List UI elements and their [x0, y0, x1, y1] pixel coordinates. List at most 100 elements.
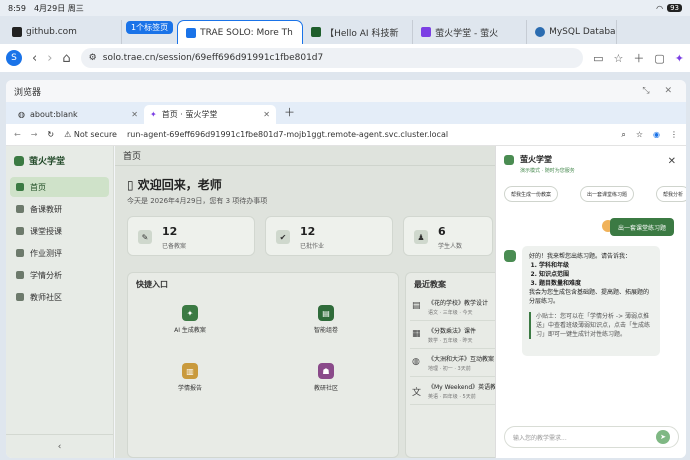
- stat-card-students[interactable]: ♟ 6 学生人数: [403, 216, 493, 256]
- translate-icon: 文: [412, 388, 422, 398]
- list-item[interactable]: 文《My Weekend》英语教案 英语 · 四年级 · 5天前: [410, 379, 502, 405]
- wifi-icon: ◠: [656, 3, 664, 13]
- tab-count-icon[interactable]: ▢: [654, 52, 664, 65]
- graduation-cap-icon: [16, 227, 24, 235]
- sidebar-item-label: 学情分析: [30, 270, 62, 280]
- welcome-text: 欢迎回来，老师: [137, 178, 222, 192]
- profile-icon[interactable]: ◉: [653, 130, 660, 139]
- stat-card-homework[interactable]: ✔ 12 已批作业: [265, 216, 393, 256]
- tab-mysql[interactable]: MySQL Databas: [527, 20, 618, 44]
- reload-icon[interactable]: ↻: [47, 130, 54, 139]
- copilot-icon[interactable]: ✦: [675, 52, 684, 65]
- add-tab-icon[interactable]: ＋: [633, 50, 644, 66]
- report-icon: ▥: [182, 363, 198, 379]
- list-item[interactable]: ◍ 《大洲和大洋》互动教案 地理 · 初一 · 3天前: [410, 351, 500, 377]
- quick-community[interactable]: ☗ 教研社区: [286, 363, 366, 392]
- sidebar-item-label: 首页: [30, 182, 46, 192]
- battery-level: 93: [667, 4, 682, 12]
- quick-access-panel: 快捷入口 ✦ AI 生成教案 ▤ 智能组卷 ▥ 学情报告 ☗ 教研社区: [127, 272, 399, 458]
- tab-github[interactable]: github.com: [4, 20, 122, 44]
- tab-label: github.com: [26, 27, 77, 37]
- chat-title: 萤火学堂: [520, 155, 552, 164]
- quick-ai-lesson[interactable]: ✦ AI 生成教案: [150, 305, 230, 334]
- home-icon: [16, 183, 24, 191]
- stat-card-lessons[interactable]: ✎ 12 已备教案: [127, 216, 255, 256]
- quick-report[interactable]: ▥ 学情报告: [150, 363, 230, 392]
- close-icon[interactable]: ✕: [668, 156, 676, 167]
- trae-icon: [186, 27, 197, 38]
- list-item: 题目数量和难度: [539, 279, 653, 288]
- sidebar-item-analytics[interactable]: 学情分析: [10, 265, 109, 285]
- users-icon: ♟: [414, 230, 428, 244]
- suggestion-chip[interactable]: 帮我生成一份教案: [504, 186, 559, 202]
- status-bar: 8:59 4月29日 周三 ◠ 93: [0, 0, 690, 16]
- tab-home-yinghuo[interactable]: ✦ 首页 · 萤火学堂 ✕: [144, 105, 276, 124]
- suggestion-chip[interactable]: 帮我分析: [656, 186, 686, 202]
- menu-icon[interactable]: ⋮: [670, 130, 678, 139]
- install-icon[interactable]: ▭: [593, 52, 603, 65]
- stat-value: 12: [300, 225, 316, 238]
- address-bar[interactable]: ⚙ solo.trae.cn/session/69eff696d91991c1f…: [80, 48, 584, 68]
- url-text[interactable]: run-agent-69eff696d91991c1fbe801d7-mojb1…: [127, 130, 448, 139]
- stat-value: 6: [438, 225, 446, 238]
- sidebar-item-teaching[interactable]: 课堂授课: [10, 221, 109, 241]
- back-icon[interactable]: ←: [14, 130, 21, 139]
- forward-icon[interactable]: ›: [47, 51, 52, 66]
- zoom-icon[interactable]: ⌕: [621, 130, 625, 140]
- tab-label: MySQL Databas: [549, 27, 618, 37]
- profile-avatar[interactable]: S: [6, 50, 22, 66]
- close-tab-icon[interactable]: ✕: [263, 110, 270, 119]
- chat-header: 萤火学堂 演示模式 · 随时为您服务: [504, 154, 575, 174]
- check-icon: ✔: [276, 230, 290, 244]
- sidebar-item-home[interactable]: 首页: [10, 177, 109, 197]
- brand-name: 萤火学堂: [29, 157, 66, 167]
- sidebar-item-homework[interactable]: 作业测评: [10, 243, 109, 263]
- terminal-icon: [311, 27, 322, 37]
- bookmark-star-icon[interactable]: ☆: [636, 130, 643, 139]
- quick-smart-paper[interactable]: ▤ 智能组卷: [286, 305, 366, 334]
- globe-icon: ◍: [18, 110, 25, 119]
- page-header: 首页: [115, 146, 495, 166]
- send-icon[interactable]: ➤: [656, 430, 670, 444]
- list-item[interactable]: ▤ 《花的学校》教学设计 语文 · 三年级 · 今天: [410, 295, 500, 321]
- window-controls[interactable]: ⤡ ✕: [642, 86, 678, 96]
- item-meta: 地理 · 初一 · 3天前: [428, 366, 471, 372]
- assistant-message: 好的！我来帮您出练习题。请告诉我： 学科和年级 知识点范围 题目数量和难度 我会…: [522, 246, 660, 356]
- suggestion-chip[interactable]: 出一套课堂练习题: [580, 186, 635, 202]
- new-tab-icon[interactable]: ＋: [276, 104, 303, 124]
- sidebar-item-community[interactable]: 教师社区: [10, 287, 109, 307]
- stat-label: 学生人数: [438, 243, 463, 250]
- item-meta: 英语 · 四年级 · 5天前: [428, 394, 476, 400]
- brand: 萤火学堂: [6, 146, 113, 175]
- tab-label: TRAE SOLO: More Th: [200, 27, 293, 38]
- user-message: 出一套课堂练习题: [609, 218, 674, 236]
- chat-input[interactable]: 输入您的教学需求... ➤: [504, 426, 679, 448]
- assistant-chat-panel: 萤火学堂 演示模式 · 随时为您服务 ✕ 帮我生成一份教案 出一套课堂练习题 帮…: [495, 146, 686, 458]
- back-icon[interactable]: ‹: [32, 51, 37, 66]
- collapse-sidebar-button[interactable]: ‹: [6, 434, 113, 458]
- not-secure-badge[interactable]: ⚠ Not secure: [64, 130, 117, 139]
- panel-title: 最近教案: [414, 280, 446, 289]
- quick-label: 智能组卷: [313, 327, 338, 334]
- sidebar-item-label: 作业测评: [30, 248, 62, 258]
- github-icon: [12, 27, 22, 37]
- sidebar-item-label: 课堂授课: [30, 226, 62, 236]
- tab-yinghuo[interactable]: 萤火学堂 - 萤火: [413, 20, 528, 44]
- tab-trae-solo[interactable]: TRAE SOLO: More Th: [177, 20, 304, 44]
- message-tip: 小贴士：您可以在「学情分析 -> 薄弱点推送」中查看班级薄弱知识点，点击「生成练…: [529, 312, 653, 339]
- sidebar-item-label: 教师社区: [30, 292, 62, 302]
- tab-about-blank[interactable]: ◍ about:blank ✕: [12, 105, 144, 124]
- site-settings-icon[interactable]: ⚙: [89, 53, 97, 63]
- browser-toolbar: S ‹ › ⌂ ⚙ solo.trae.cn/session/69eff696d…: [0, 44, 690, 72]
- main-content: 首页 ▯ 欢迎回来，老师 今天是 2026年4月29日，您有 3 项待办事项 ✎…: [115, 146, 503, 458]
- bookmark-star-icon[interactable]: ☆: [614, 52, 624, 65]
- welcome-subtitle: 今天是 2026年4月29日，您有 3 项待办事项: [127, 197, 268, 205]
- close-tab-icon[interactable]: ✕: [131, 110, 138, 119]
- tab-hello-ai[interactable]: 【Hello AI 科技新: [303, 20, 414, 44]
- home-icon[interactable]: ⌂: [62, 51, 70, 66]
- sidebar-item-lesson-prep[interactable]: 备课教研: [10, 199, 109, 219]
- forward-icon[interactable]: →: [31, 130, 38, 139]
- tab-group-badge[interactable]: 1个标签页: [126, 21, 174, 34]
- list-item[interactable]: ▦ 《分数乘法》课件 数学 · 五年级 · 昨天: [410, 323, 500, 349]
- status-time: 8:59: [8, 3, 26, 13]
